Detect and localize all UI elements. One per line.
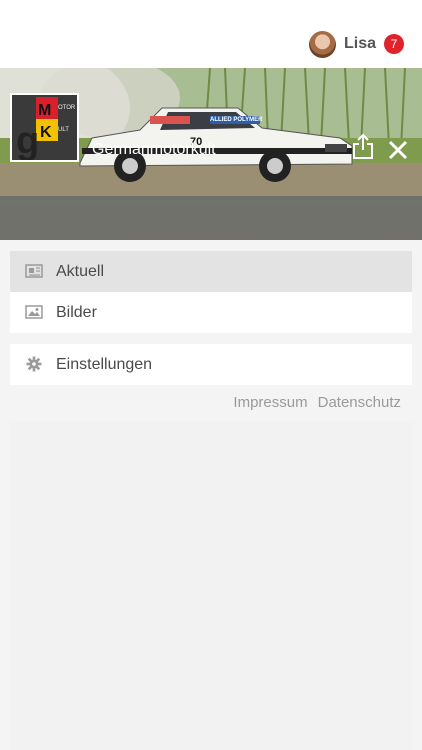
svg-text:OTOR: OTOR <box>58 105 76 111</box>
top-bar: Lisa 7 <box>0 0 422 68</box>
channel-title: Germanmotorkult <box>92 141 216 158</box>
close-icon[interactable] <box>388 140 408 160</box>
car-sponsor: ALLIED POLYMER <box>210 117 263 123</box>
newspaper-icon <box>25 264 43 278</box>
svg-text:K: K <box>40 124 52 141</box>
svg-text:g: g <box>16 120 39 160</box>
impressum-link[interactable]: Impressum <box>233 394 307 411</box>
menu-item-label: Aktuell <box>56 262 105 280</box>
datenschutz-link[interactable]: Datenschutz <box>318 394 401 411</box>
svg-text:M: M <box>38 102 51 119</box>
content-area <box>10 422 412 750</box>
menu-item-label: Bilder <box>56 303 97 321</box>
hero-title-bar <box>0 196 422 240</box>
user-name[interactable]: Lisa <box>344 35 376 53</box>
share-icon[interactable] <box>352 134 374 160</box>
svg-text:ULT: ULT <box>58 127 69 133</box>
footer-links: Impressum Datenschutz <box>223 394 401 411</box>
gear-icon <box>26 356 42 372</box>
menu-item-aktuell[interactable]: Aktuell <box>10 251 412 292</box>
channel-logo[interactable]: g M K OTOR ULT <box>10 93 79 162</box>
menu-item-einstellungen[interactable]: Einstellungen <box>10 344 412 385</box>
notification-badge[interactable]: 7 <box>384 34 404 54</box>
menu-item-label: Einstellungen <box>56 355 153 373</box>
menu-item-bilder[interactable]: Bilder <box>10 292 412 333</box>
avatar[interactable] <box>308 30 336 58</box>
image-icon <box>25 305 43 319</box>
user-profile[interactable]: Lisa 7 <box>308 29 404 59</box>
